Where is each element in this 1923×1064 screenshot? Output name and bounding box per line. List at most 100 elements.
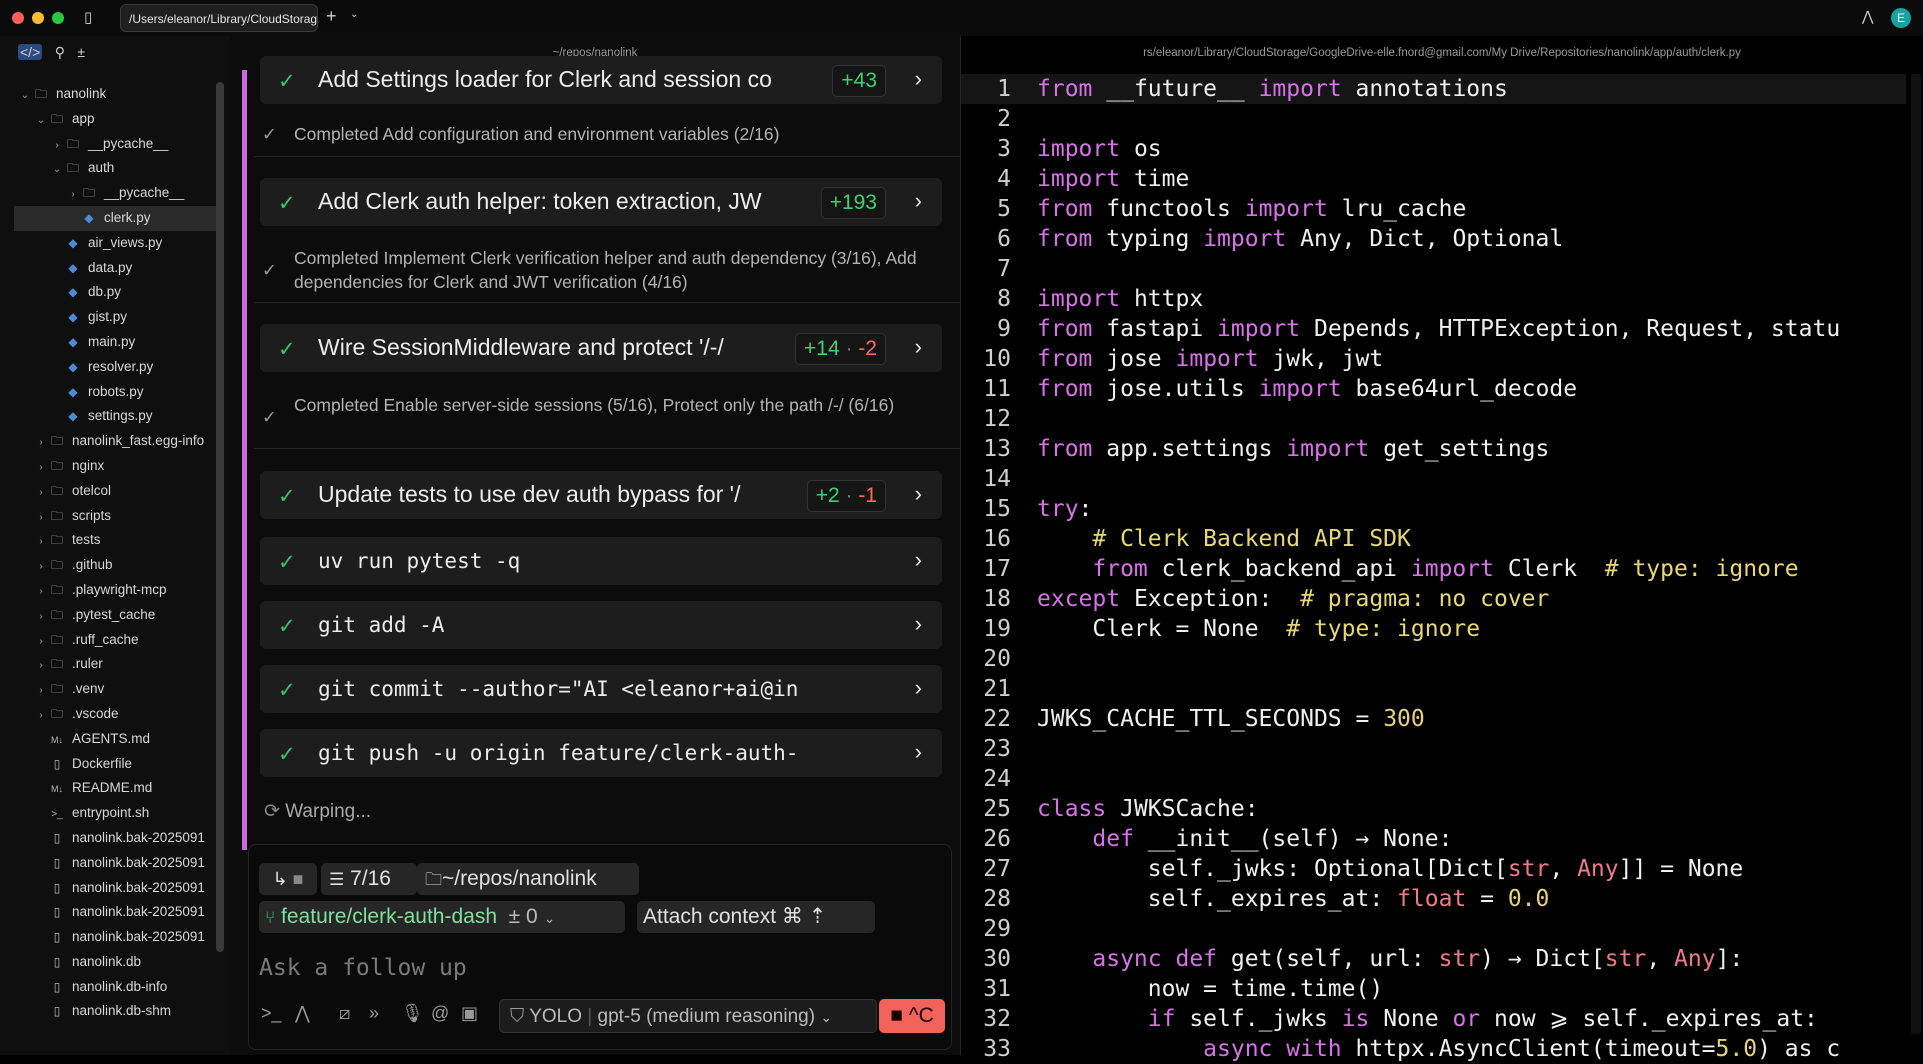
stop-button[interactable]: ■ ^C xyxy=(879,999,945,1033)
command-card-git-add[interactable]: ✓ git add -A › xyxy=(260,601,942,649)
tree-item[interactable]: ⌄ 🗀 nanolink xyxy=(0,82,224,107)
code-line: 29 xyxy=(961,914,1906,944)
command-card-git-commit[interactable]: ✓ git commit --author="AI <eleanor+ai@in… xyxy=(260,665,942,713)
folder-icon: 🗀 xyxy=(34,87,47,101)
chevron-right-icon: › xyxy=(39,437,43,449)
tree-item[interactable]: ▯ nanolink.db-info xyxy=(0,975,224,1000)
spinner-icon: ⟳ xyxy=(264,801,280,822)
tree-item[interactable]: › 🗀 scripts xyxy=(0,504,224,529)
tree-item[interactable]: ▯ nanolink.bak-2025091 xyxy=(0,876,224,901)
tree-item[interactable]: ▯ nanolink.db-shm xyxy=(0,999,224,1024)
fast-forward-icon[interactable]: » xyxy=(369,1003,379,1024)
tree-item[interactable]: › 🗀 .vscode xyxy=(0,702,224,727)
sidebar-scrollbar[interactable] xyxy=(216,82,224,952)
code-token: import xyxy=(1410,556,1508,582)
tree-item[interactable]: › 🗀 otelcol xyxy=(0,479,224,504)
sidebar-toggle-icon[interactable]: ▯ xyxy=(84,8,92,26)
code-content[interactable]: 1 from __future__ import annotations 2 3 imp… xyxy=(961,74,1906,1064)
task-card-session-middleware[interactable]: ✓ Wire SessionMiddleware and protect '/-… xyxy=(260,324,942,372)
tree-item[interactable]: › 🗀 nginx xyxy=(0,454,224,479)
markdown-file-icon: M↓ xyxy=(51,784,63,795)
diff-badge: +43 xyxy=(832,65,886,97)
chevron-right-icon[interactable]: › xyxy=(915,66,922,92)
agent-mode-icon[interactable]: ⋀ xyxy=(295,1003,310,1024)
editor-scrollbar[interactable] xyxy=(1911,74,1921,1034)
chevron-right-icon[interactable]: › xyxy=(915,675,922,701)
chevron-right-icon[interactable]: › xyxy=(915,611,922,637)
task-card-update-tests[interactable]: ✓ Update tests to use dev auth bypass fo… xyxy=(260,471,942,519)
code-line: 6 from typing import Any, Dict, Optional xyxy=(961,224,1906,254)
attach-context-button[interactable]: Attach context ⌘ ⇡ xyxy=(637,901,875,933)
avatar[interactable]: E xyxy=(1891,8,1911,28)
tree-item[interactable]: ▯ nanolink.bak-2025091 xyxy=(0,826,224,851)
tree-item[interactable]: › 🗀 tests xyxy=(0,528,224,553)
model-selector[interactable]: ⛉ YOLO | gpt-5 (medium reasoning) ⌄ xyxy=(499,999,877,1033)
new-tab-icon[interactable]: + xyxy=(326,6,337,27)
cwd-pill[interactable]: 🗀~/repos/nanolink xyxy=(417,863,639,895)
check-icon: ✓ xyxy=(278,485,296,508)
code-token: self._expires_at: xyxy=(1037,886,1398,912)
code-token: self._jwks: Optional[Dict[ xyxy=(1037,856,1508,882)
task-list-pill[interactable]: ☰ 7/16 xyxy=(321,863,417,895)
code-view-icon[interactable]: </> xyxy=(18,44,43,60)
close-window-button[interactable] xyxy=(12,12,24,24)
python-file-icon: ◆ xyxy=(68,384,78,399)
tree-item[interactable]: › 🗀 .pytest_cache xyxy=(0,603,224,628)
terminal-icon[interactable]: >_ xyxy=(261,1003,282,1024)
chevron-right-icon[interactable]: › xyxy=(915,481,922,507)
tab-current-path[interactable]: /Users/eleanor/Library/CloudStorage xyxy=(120,4,318,32)
task-card-settings-loader[interactable]: ✓ Add Settings loader for Clerk and sess… xyxy=(260,56,942,104)
microphone-icon[interactable]: 🎙 xyxy=(401,1003,424,1024)
tree-item[interactable]: ⌄ 🗀 auth xyxy=(0,156,224,181)
command-card-git-push[interactable]: ✓ git push -u origin feature/clerk-auth-… xyxy=(260,729,942,777)
code-token: is xyxy=(1341,1006,1384,1032)
tree-item[interactable]: ◆ clerk.py xyxy=(14,205,224,231)
chevron-down-icon[interactable]: ⌄ xyxy=(350,9,358,20)
tree-item[interactable]: › 🗀 .ruff_cache xyxy=(0,628,224,653)
tree-item[interactable]: ▯ Dockerfile xyxy=(0,752,224,777)
tree-item[interactable]: ◆ settings.py xyxy=(0,404,224,429)
warp-logo-icon[interactable]: ⋀ xyxy=(1862,8,1873,25)
tree-item[interactable]: › 🗀 __pycache__ xyxy=(0,181,224,206)
tree-item[interactable]: › 🗀 .ruler xyxy=(0,652,224,677)
tree-item[interactable]: M↓ README.md xyxy=(0,776,224,801)
chevron-right-icon[interactable]: › xyxy=(915,334,922,360)
tree-item[interactable]: › 🗀 .venv xyxy=(0,677,224,702)
tree-item[interactable]: ▯ nanolink.bak-2025091 xyxy=(0,900,224,925)
image-icon[interactable]: ▣ xyxy=(461,1003,478,1024)
tree-item[interactable]: ◆ gist.py xyxy=(0,305,224,330)
folder-icon: 🗀 xyxy=(50,483,63,498)
slash-command-icon[interactable]: ⧄ xyxy=(339,1003,350,1024)
tree-item[interactable]: › 🗀 __pycache__ xyxy=(0,132,224,157)
tree-item[interactable]: ▯ nanolink.db xyxy=(0,950,224,975)
tree-item[interactable]: ◆ main.py xyxy=(0,330,224,355)
tree-item[interactable]: › 🗀 .playwright-mcp xyxy=(0,578,224,603)
diff-icon[interactable]: ± xyxy=(77,44,85,60)
follow-up-input[interactable]: Ask a follow up xyxy=(259,955,467,981)
continue-pill[interactable]: ↳ ■ xyxy=(259,863,317,895)
command-card-pytest[interactable]: ✓ uv run pytest -q › xyxy=(260,537,942,585)
mention-icon[interactable]: @ xyxy=(431,1003,449,1024)
tree-item[interactable]: ◆ db.py xyxy=(0,280,224,305)
minimize-window-button[interactable] xyxy=(32,12,44,24)
tree-item[interactable]: M↓ AGENTS.md xyxy=(0,727,224,752)
tree-item[interactable]: >_ entrypoint.sh xyxy=(0,801,224,826)
tree-item[interactable]: ⌄ 🗀 app xyxy=(0,107,224,132)
zoom-window-button[interactable] xyxy=(52,12,64,24)
tree-item[interactable]: ▯ nanolink.bak-2025091 xyxy=(0,851,224,876)
tree-item[interactable]: ◆ resolver.py xyxy=(0,355,224,380)
search-icon[interactable]: ⚲ xyxy=(55,44,65,61)
tree-item[interactable]: ▯ nanolink.bak-2025091 xyxy=(0,925,224,950)
tree-item[interactable]: ◆ robots.py xyxy=(0,380,224,405)
tree-item[interactable]: ◆ air_views.py xyxy=(0,231,224,256)
tree-item-label: nanolink.bak-2025091 xyxy=(72,929,205,945)
tree-item[interactable]: › 🗀 nanolink_fast.egg-info xyxy=(0,429,224,454)
tree-item[interactable]: › 🗀 .github xyxy=(0,553,224,578)
task-card-clerk-auth-helper[interactable]: ✓ Add Clerk auth helper: token extractio… xyxy=(260,178,942,226)
chevron-right-icon[interactable]: › xyxy=(915,188,922,214)
chevron-right-icon[interactable]: › xyxy=(915,547,922,573)
tree-item[interactable]: ◆ data.py xyxy=(0,256,224,281)
chevron-right-icon[interactable]: › xyxy=(915,739,922,765)
diff-additions: +2 xyxy=(815,484,840,507)
branch-pill[interactable]: ⑂ feature/clerk-auth-dash ± 0 ⌄ xyxy=(259,901,625,933)
